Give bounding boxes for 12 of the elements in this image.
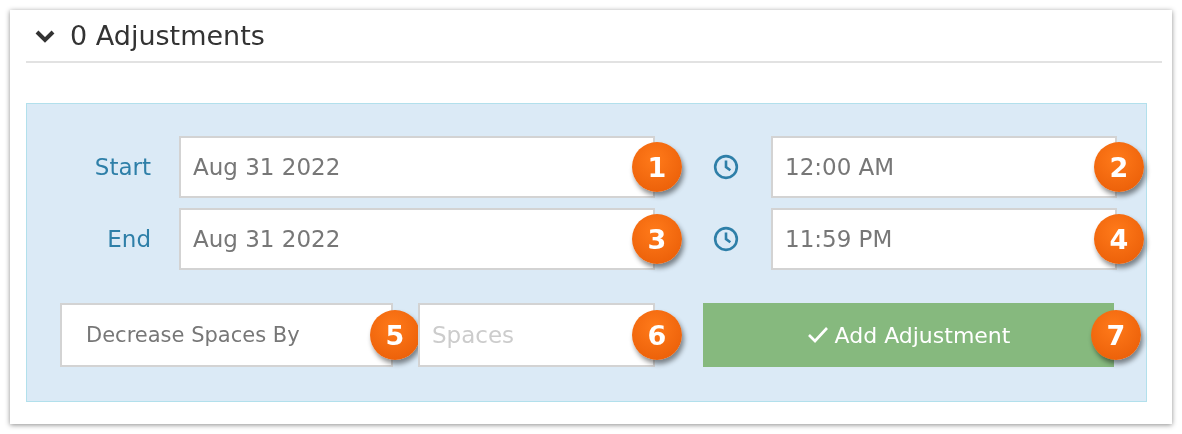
clock-icon: [713, 154, 739, 180]
number-badge: 4: [1094, 214, 1144, 264]
number-badge: 2: [1094, 142, 1144, 192]
check-icon: [806, 326, 829, 344]
number-badge: 6: [632, 310, 682, 360]
clock-icon: [713, 226, 739, 252]
field-label: End: [107, 226, 151, 252]
section-title: 0 Adjustments: [70, 20, 265, 51]
number-badge: 7: [1091, 310, 1141, 360]
field-label: Start: [94, 154, 151, 180]
number-badge: 1: [632, 142, 682, 192]
number-badge: 3: [632, 214, 682, 264]
